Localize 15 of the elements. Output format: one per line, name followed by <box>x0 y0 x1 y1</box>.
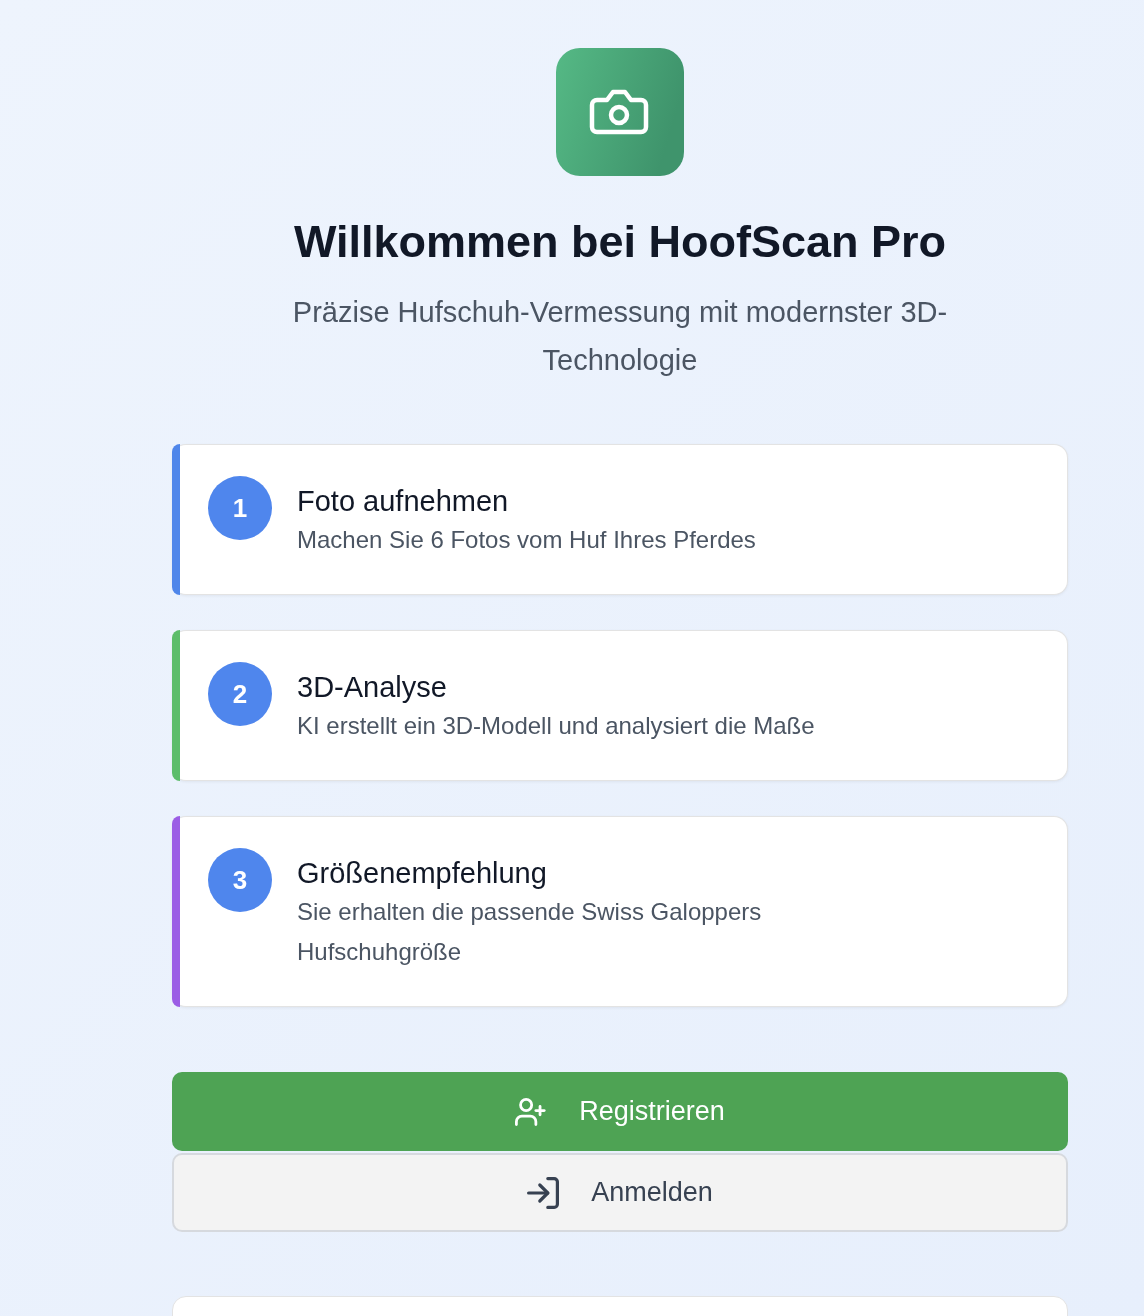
login-icon <box>527 1176 560 1209</box>
camera-icon <box>556 48 684 176</box>
step-title: Foto aufnehmen <box>297 484 510 519</box>
step-description: Machen Sie 6 Fotos vom Huf Ihres Pferdes <box>297 525 756 555</box>
subtitle: Präzise Hufschuh-Vermessung mit modernster 3D-Technologie <box>291 295 949 378</box>
user-plus-icon <box>515 1095 548 1128</box>
step-number-badge: 2 <box>208 662 272 726</box>
login-button[interactable]: Anmelden <box>172 1153 1068 1232</box>
step-description: Sie erhalten die passende Swiss Galoppers Hufschuhgröße <box>297 897 763 967</box>
step-description: KI erstellt ein 3D-Modell und analysiert die Maße <box>297 711 815 741</box>
step-number-badge: 1 <box>208 476 272 540</box>
step-title: 3D-Analyse <box>297 670 448 705</box>
step-title: Größenempfehlung <box>297 856 548 891</box>
step-number-badge: 3 <box>208 848 272 912</box>
welcome-title: Willkommen bei HoofScan Pro <box>293 215 947 269</box>
